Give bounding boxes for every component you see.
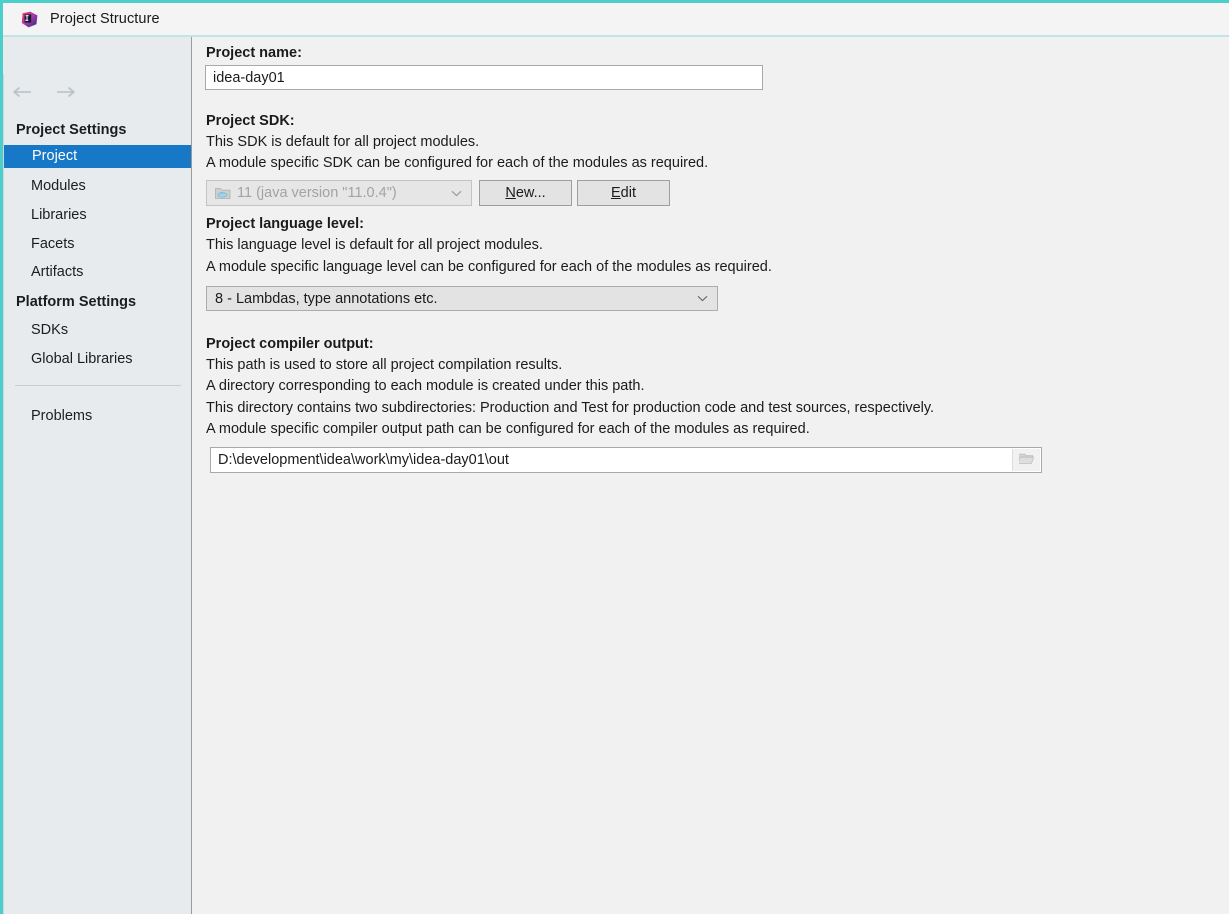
language-level-desc-2: A module specific language level can be … xyxy=(206,259,772,275)
compiler-output-desc-1: This path is used to store all project c… xyxy=(206,357,563,373)
sidebar-item-modules[interactable]: Modules xyxy=(3,175,191,198)
chevron-down-icon xyxy=(450,187,462,199)
edit-sdk-button[interactable]: Edit xyxy=(577,180,670,206)
intellij-idea-icon xyxy=(21,11,38,28)
sidebar-item-facets[interactable]: Facets xyxy=(3,233,191,256)
project-name-value: idea-day01 xyxy=(213,69,285,86)
compiler-output-path-value: D:\development\idea\work\my\idea-day01\o… xyxy=(218,452,509,468)
sidebar-group-project-settings: Project Settings xyxy=(16,122,127,138)
edit-button-rest: dit xyxy=(620,185,636,201)
sidebar-item-libraries[interactable]: Libraries xyxy=(3,204,191,227)
project-name-label: Project name: xyxy=(206,45,302,61)
compiler-output-desc-3: This directory contains two subdirectori… xyxy=(206,400,935,416)
open-folder-icon xyxy=(1017,452,1035,469)
compiler-output-path-input[interactable]: D:\development\idea\work\my\idea-day01\o… xyxy=(210,447,1042,473)
browse-folder-button[interactable] xyxy=(1012,449,1040,471)
java-sdk-folder-icon xyxy=(215,186,231,200)
sidebar-group-platform-settings: Platform Settings xyxy=(16,294,137,310)
sidebar-item-project[interactable]: Project xyxy=(4,145,194,168)
sidebar-item-global-libraries[interactable]: Global Libraries xyxy=(3,348,191,371)
compiler-output-desc-4: A module specific compiler output path c… xyxy=(206,421,810,437)
project-sdk-desc-2: A module specific SDK can be configured … xyxy=(206,155,709,171)
project-structure-dialog: Project Structure Project Settings Proje… xyxy=(0,0,1229,914)
sidebar-item-artifacts[interactable]: Artifacts xyxy=(3,261,191,284)
window-title: Project Structure xyxy=(50,11,160,27)
project-sdk-label: Project SDK: xyxy=(206,113,295,129)
new-button-mnemonic: N xyxy=(505,185,516,201)
chevron-down-icon xyxy=(696,293,708,305)
navigation-arrows xyxy=(12,80,82,104)
sidebar-item-problems[interactable]: Problems xyxy=(3,405,191,428)
edit-button-mnemonic: E xyxy=(611,185,621,201)
project-sdk-desc-1: This SDK is default for all project modu… xyxy=(206,134,480,150)
title-bar: Project Structure xyxy=(3,3,1229,35)
project-sdk-combobox[interactable]: 11 (java version "11.0.4") xyxy=(206,180,472,206)
project-name-input[interactable]: idea-day01 xyxy=(205,65,763,90)
compiler-output-desc-2: A directory corresponding to each module… xyxy=(206,378,645,394)
arrow-left-icon[interactable] xyxy=(12,83,34,101)
settings-sidebar: Project Settings Project Modules Librari… xyxy=(3,37,194,914)
compiler-output-label: Project compiler output: xyxy=(206,336,374,352)
new-sdk-button[interactable]: New... xyxy=(479,180,572,206)
language-level-label: Project language level: xyxy=(206,216,364,232)
sidebar-edge-line xyxy=(3,74,4,914)
project-settings-panel: Project name: idea-day01 Project SDK: Th… xyxy=(192,37,1229,914)
sidebar-item-sdks[interactable]: SDKs xyxy=(3,319,191,342)
arrow-right-icon[interactable] xyxy=(54,83,76,101)
language-level-combobox[interactable]: 8 - Lambdas, type annotations etc. xyxy=(206,286,718,311)
language-level-value: 8 - Lambdas, type annotations etc. xyxy=(215,290,438,307)
new-button-rest: ew... xyxy=(515,185,546,201)
project-sdk-value: 11 (java version "11.0.4") xyxy=(237,185,397,201)
sidebar-separator xyxy=(15,385,181,386)
language-level-desc-1: This language level is default for all p… xyxy=(206,237,543,253)
